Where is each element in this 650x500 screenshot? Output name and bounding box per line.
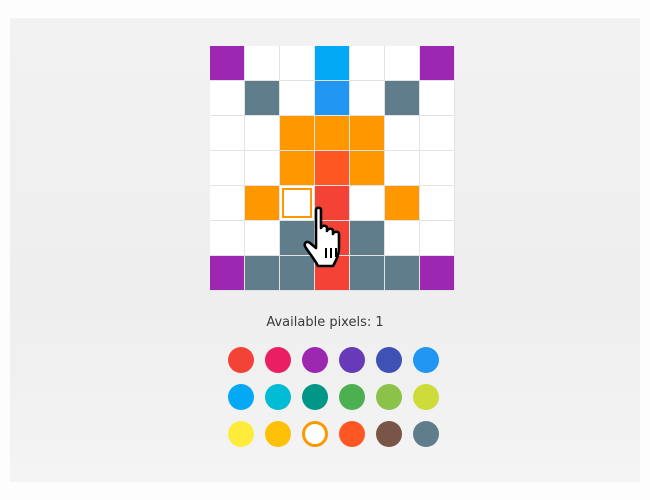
grid-cell[interactable] <box>420 151 454 185</box>
grid-cell[interactable] <box>210 151 244 185</box>
pixel-grid[interactable] <box>210 46 455 291</box>
grid-cell[interactable] <box>280 221 314 255</box>
grid-cell[interactable] <box>385 151 419 185</box>
grid-cell[interactable] <box>210 46 244 80</box>
color-swatch[interactable] <box>265 421 291 447</box>
grid-cell[interactable] <box>420 46 454 80</box>
color-swatch[interactable] <box>302 421 328 447</box>
grid-cell[interactable] <box>210 221 244 255</box>
grid-cell[interactable] <box>420 81 454 115</box>
color-swatch[interactable] <box>302 347 328 373</box>
grid-cell[interactable] <box>350 221 384 255</box>
color-swatch[interactable] <box>339 384 365 410</box>
grid-cell[interactable] <box>385 46 419 80</box>
grid-cell[interactable] <box>315 186 349 220</box>
grid-cell[interactable] <box>350 116 384 150</box>
grid-cell[interactable] <box>210 81 244 115</box>
grid-cell[interactable] <box>210 256 244 290</box>
grid-cell[interactable] <box>420 186 454 220</box>
color-swatch[interactable] <box>376 384 402 410</box>
color-swatch[interactable] <box>339 347 365 373</box>
grid-cell[interactable] <box>280 256 314 290</box>
color-swatch[interactable] <box>413 347 439 373</box>
grid-cell[interactable] <box>385 81 419 115</box>
grid-cell[interactable] <box>350 151 384 185</box>
grid-cell[interactable] <box>385 186 419 220</box>
color-swatch[interactable] <box>228 384 254 410</box>
color-swatch[interactable] <box>413 421 439 447</box>
color-swatch[interactable] <box>265 347 291 373</box>
color-swatch[interactable] <box>265 384 291 410</box>
available-pixels-label: Available pixels: 1 <box>266 315 384 330</box>
grid-cell[interactable] <box>350 256 384 290</box>
grid-cell[interactable] <box>350 186 384 220</box>
grid-cell[interactable] <box>280 151 314 185</box>
color-swatch[interactable] <box>376 421 402 447</box>
grid-cell[interactable] <box>420 116 454 150</box>
grid-cell[interactable] <box>280 81 314 115</box>
grid-cell[interactable] <box>245 116 279 150</box>
grid-cell[interactable] <box>280 46 314 80</box>
grid-cell[interactable] <box>245 151 279 185</box>
color-swatch[interactable] <box>339 421 365 447</box>
grid-cell[interactable] <box>315 116 349 150</box>
color-swatch[interactable] <box>228 421 254 447</box>
grid-cell[interactable] <box>315 46 349 80</box>
grid-cell[interactable] <box>350 46 384 80</box>
grid-cell[interactable] <box>420 256 454 290</box>
grid-cell[interactable] <box>385 116 419 150</box>
grid-cell[interactable] <box>245 256 279 290</box>
grid-cell[interactable] <box>315 81 349 115</box>
grid-cell[interactable] <box>210 116 244 150</box>
color-swatch[interactable] <box>413 384 439 410</box>
grid-cell[interactable] <box>385 221 419 255</box>
grid-cell[interactable] <box>210 186 244 220</box>
grid-cell[interactable] <box>280 186 314 220</box>
color-swatch[interactable] <box>376 347 402 373</box>
grid-cell[interactable] <box>385 256 419 290</box>
grid-cell[interactable] <box>245 186 279 220</box>
grid-cell[interactable] <box>315 151 349 185</box>
grid-cell[interactable] <box>315 256 349 290</box>
grid-cell[interactable] <box>280 116 314 150</box>
grid-cell[interactable] <box>420 221 454 255</box>
grid-cell[interactable] <box>315 221 349 255</box>
grid-cell[interactable] <box>245 221 279 255</box>
grid-cell[interactable] <box>350 81 384 115</box>
color-swatch[interactable] <box>228 347 254 373</box>
grid-cell[interactable] <box>245 81 279 115</box>
grid-cell[interactable] <box>245 46 279 80</box>
color-swatch[interactable] <box>302 384 328 410</box>
